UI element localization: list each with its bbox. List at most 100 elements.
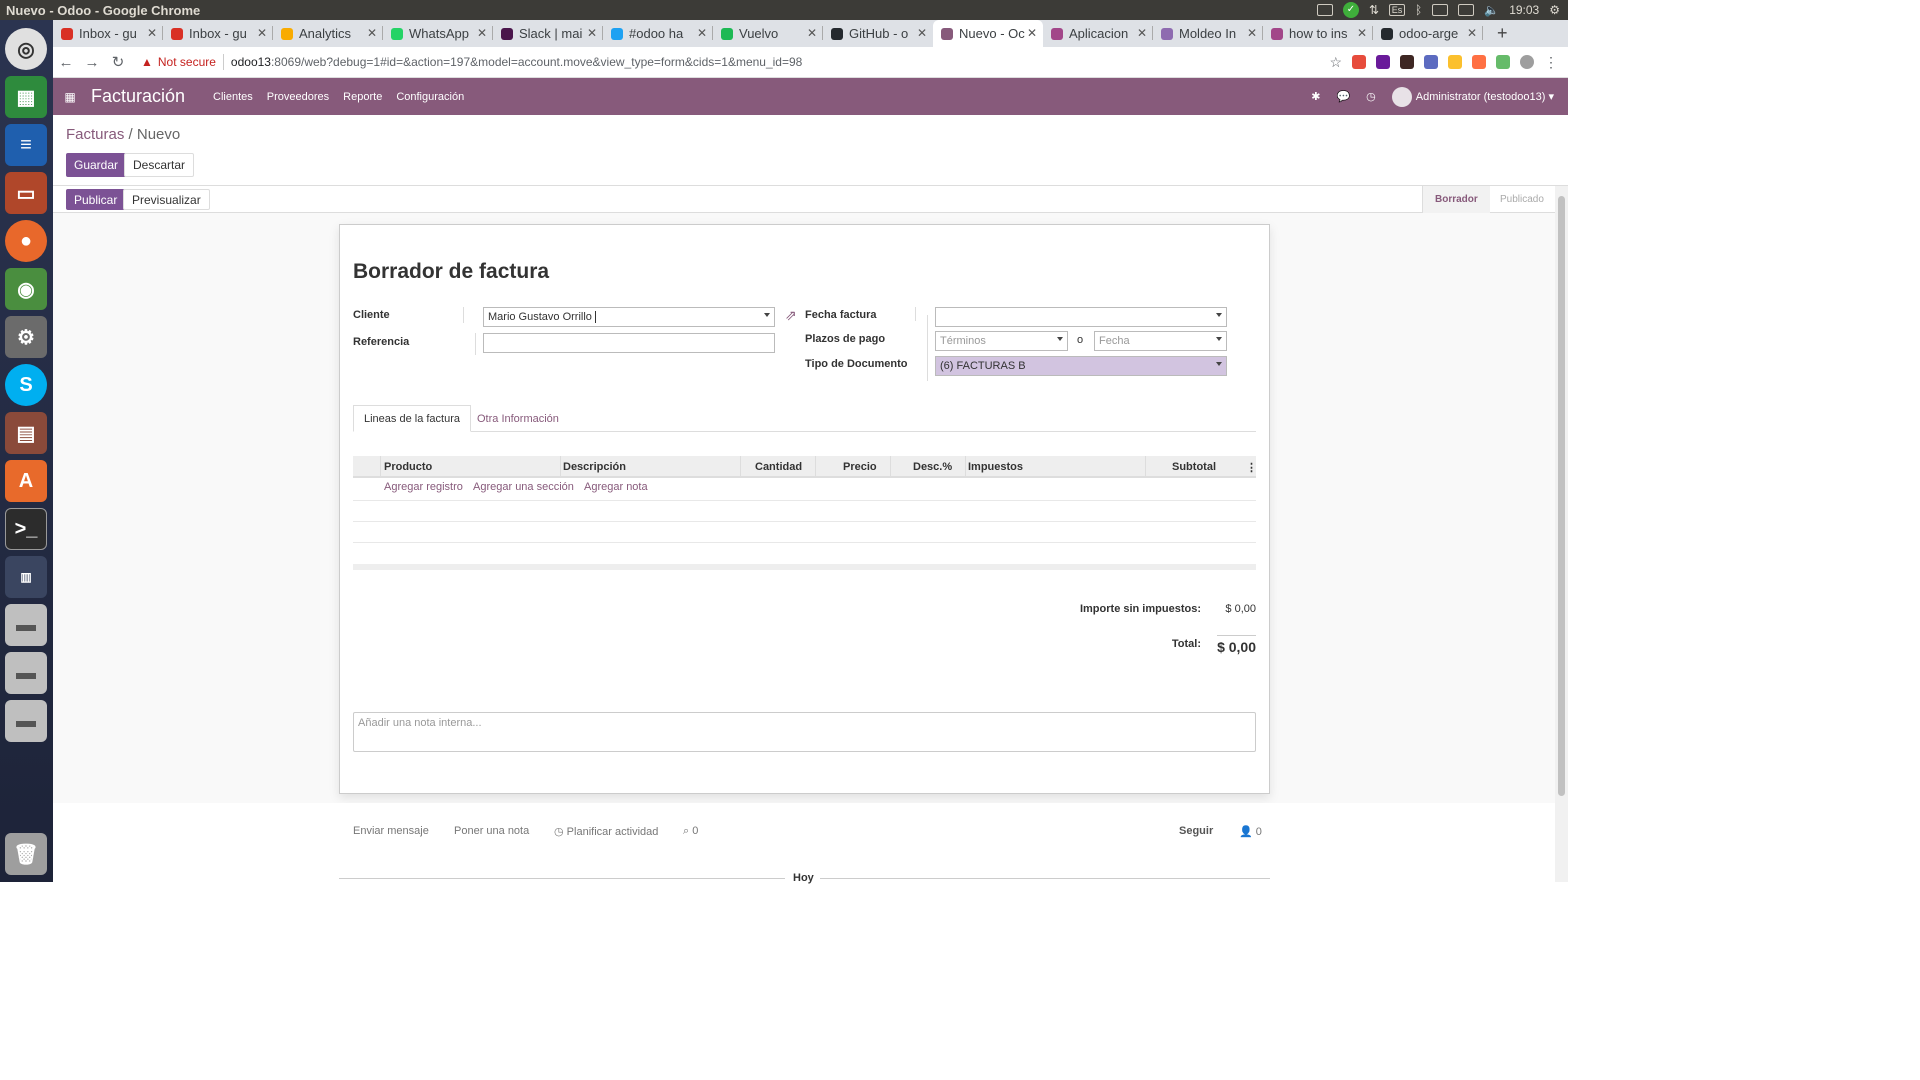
user-menu[interactable]: Administrator (testodoo13) ▾: [1391, 86, 1554, 107]
browser-tab[interactable]: Nuevo - Oc ✕: [933, 20, 1043, 47]
spreadsheet-icon[interactable]: ▦: [5, 76, 47, 118]
browser-tab[interactable]: how to ins ✕: [1263, 20, 1373, 47]
tab-lineas-factura[interactable]: Lineas de la factura: [353, 405, 472, 432]
col-descuento[interactable]: Desc.%: [913, 456, 952, 478]
menu-clientes[interactable]: Clientes: [213, 91, 253, 103]
save-button[interactable]: Guardar: [66, 153, 127, 177]
drive-icon[interactable]: ▬: [5, 652, 47, 694]
dropdown-caret-icon[interactable]: [764, 313, 770, 317]
firefox-icon[interactable]: ●: [5, 220, 47, 262]
close-icon[interactable]: ✕: [807, 26, 817, 40]
close-icon[interactable]: ✕: [1137, 26, 1147, 40]
send-message-button[interactable]: Enviar mensaje: [353, 825, 429, 837]
terminal-icon[interactable]: >_: [5, 508, 47, 550]
battery-icon[interactable]: [1458, 4, 1475, 16]
new-tab-icon[interactable]: +: [1483, 20, 1508, 47]
page-scrollbar[interactable]: [1555, 186, 1568, 882]
network-icon[interactable]: ⇅: [1369, 3, 1379, 17]
col-precio[interactable]: Precio: [843, 456, 877, 478]
browser-tab[interactable]: Inbox - gu ✕: [163, 20, 273, 47]
menu-proveedores[interactable]: Proveedores: [267, 91, 329, 103]
close-icon[interactable]: ✕: [147, 26, 157, 40]
extension-icon[interactable]: [1472, 55, 1486, 69]
extension-icon[interactable]: [1496, 55, 1510, 69]
menu-reporte[interactable]: Reporte: [343, 91, 382, 103]
address-bar[interactable]: odoo13:8069/web?debug=1#id=&action=197&m…: [231, 55, 802, 69]
dropdown-caret-icon[interactable]: [1216, 313, 1222, 317]
chat-icon[interactable]: 💬: [1336, 90, 1350, 103]
schedule-activity-button[interactable]: ◷ Planificar actividad: [554, 825, 658, 838]
security-indicator[interactable]: ▲ Not secure: [141, 55, 216, 69]
writer-icon[interactable]: ≡: [5, 124, 47, 166]
col-subtotal[interactable]: Subtotal: [1172, 456, 1216, 478]
add-note-link[interactable]: Agregar nota: [584, 481, 648, 493]
fecha-factura-field[interactable]: [935, 307, 1227, 327]
workspace-icon[interactable]: ▥: [5, 556, 47, 598]
close-icon[interactable]: ✕: [1027, 26, 1037, 40]
extension-icon[interactable]: [1448, 55, 1462, 69]
browser-tab[interactable]: WhatsApp ✕: [383, 20, 493, 47]
column-options-icon[interactable]: ⋮: [1246, 456, 1257, 478]
discard-button[interactable]: Descartar: [124, 153, 195, 177]
stage-borrador[interactable]: Borrador: [1422, 186, 1490, 213]
terminos-select[interactable]: Términos: [935, 331, 1068, 351]
clock[interactable]: 19:03: [1509, 3, 1539, 17]
trash-icon[interactable]: 🗑: [5, 833, 47, 875]
bookmark-star-icon[interactable]: ☆: [1329, 54, 1342, 71]
scrollbar-thumb[interactable]: [1558, 196, 1565, 796]
browser-tab[interactable]: Inbox - gu ✕: [53, 20, 163, 47]
activity-clock-icon[interactable]: ◷: [1366, 90, 1376, 103]
add-section-link[interactable]: Agregar una sección: [473, 481, 574, 493]
browser-tab[interactable]: odoo-arge ✕: [1373, 20, 1483, 47]
col-impuestos[interactable]: Impuestos: [968, 456, 1023, 478]
volume-icon[interactable]: 🔈: [1484, 3, 1499, 17]
referencia-field[interactable]: [483, 333, 775, 353]
stage-publicado[interactable]: Publicado: [1488, 186, 1556, 213]
files-icon[interactable]: ▤: [5, 412, 47, 454]
settings-icon[interactable]: ⚙: [5, 316, 47, 358]
drive-icon[interactable]: ▬: [5, 700, 47, 742]
attachments-button[interactable]: ⌕ 0: [683, 825, 698, 838]
dropdown-caret-icon[interactable]: [1057, 337, 1063, 341]
browser-tab[interactable]: GitHub - o ✕: [823, 20, 933, 47]
bluetooth-icon[interactable]: ᛒ: [1415, 3, 1422, 17]
extension-icon[interactable]: [1424, 55, 1438, 69]
keyboard-layout-indicator[interactable]: Es: [1389, 4, 1406, 16]
close-icon[interactable]: ✕: [587, 26, 597, 40]
browser-tab[interactable]: #odoo ha ✕: [603, 20, 713, 47]
publish-button[interactable]: Publicar: [66, 189, 126, 210]
software-center-icon[interactable]: A: [5, 460, 47, 502]
ubuntu-icon[interactable]: ◎: [5, 28, 47, 70]
log-note-button[interactable]: Poner una nota: [454, 825, 529, 837]
close-icon[interactable]: ✕: [257, 26, 267, 40]
browser-tab[interactable]: Vuelvo ✕: [713, 20, 823, 47]
chrome-icon[interactable]: ◉: [5, 268, 47, 310]
internal-note-field[interactable]: Añadir una nota interna...: [353, 712, 1256, 752]
close-icon[interactable]: ✕: [1357, 26, 1367, 40]
follow-button[interactable]: Seguir: [1179, 825, 1213, 837]
close-icon[interactable]: ✕: [1467, 26, 1477, 40]
fecha-vencimiento-field[interactable]: Fecha: [1094, 331, 1227, 351]
browser-tab[interactable]: Aplicacion ✕: [1043, 20, 1153, 47]
close-icon[interactable]: ✕: [697, 26, 707, 40]
reload-icon[interactable]: ↻: [105, 53, 131, 71]
extension-icon[interactable]: [1352, 55, 1366, 69]
add-record-link[interactable]: Agregar registro: [384, 481, 463, 493]
close-icon[interactable]: ✕: [367, 26, 377, 40]
sync-check-icon[interactable]: ✓: [1342, 2, 1359, 18]
menu-kebab-icon[interactable]: ⋮: [1544, 54, 1558, 71]
dropdown-caret-icon[interactable]: [1216, 337, 1222, 341]
col-descripcion[interactable]: Descripción: [563, 456, 626, 478]
forward-icon[interactable]: →: [79, 54, 105, 71]
tipo-documento-field[interactable]: (6) FACTURAS B: [935, 356, 1227, 376]
external-link-icon[interactable]: ⇗: [785, 307, 797, 324]
impress-icon[interactable]: ▭: [5, 172, 47, 214]
debug-bug-icon[interactable]: ✱: [1311, 90, 1320, 103]
drive-icon[interactable]: ▬: [5, 604, 47, 646]
followers-button[interactable]: 👤 0: [1239, 825, 1262, 838]
breadcrumb-facturas[interactable]: Facturas: [66, 126, 124, 143]
extension-icon[interactable]: [1376, 55, 1390, 69]
cliente-field[interactable]: Mario Gustavo Orrillo: [483, 307, 775, 327]
mail-icon[interactable]: [1432, 4, 1449, 16]
close-icon[interactable]: ✕: [477, 26, 487, 40]
